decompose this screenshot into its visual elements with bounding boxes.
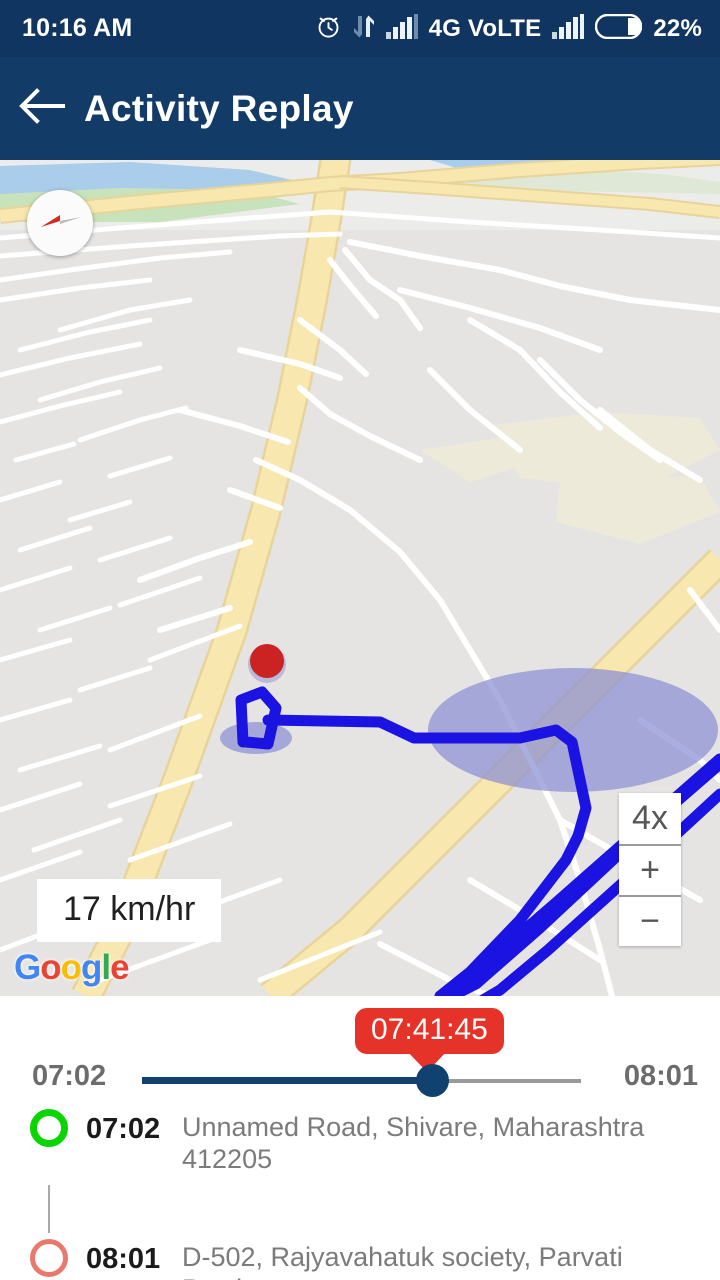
network-type-label: 4G VoLTE <box>428 14 542 42</box>
app-bar: Activity Replay <box>0 57 720 160</box>
start-point-ring-icon <box>30 1109 68 1147</box>
signal-bars-secondary-icon <box>552 13 585 44</box>
activity-replay-screen: 10:16 AM 4G VoLTE 22% Activity Replay 17… <box>0 0 720 1280</box>
back-button[interactable] <box>0 57 84 160</box>
seekbar-time-tooltip: 07:41:45 <box>355 1008 504 1054</box>
google-letter-e: e <box>110 948 129 987</box>
start-point-time: 07:02 <box>86 1113 161 1145</box>
alarm-clock-icon <box>315 13 342 45</box>
page-title: Activity Replay <box>84 87 354 129</box>
data-transfer-icon <box>353 14 375 44</box>
seekbar-end-time: 08:01 <box>623 1060 698 1092</box>
status-bar: 10:16 AM 4G VoLTE 22% <box>0 0 720 57</box>
status-clock: 10:16 AM <box>22 14 133 42</box>
trip-timeline: 07:02 Unnamed Road, Shivare, Maharashtra… <box>0 1105 720 1280</box>
compass-button[interactable] <box>27 190 93 256</box>
list-item[interactable]: 08:01 D-502, Rajyavahatuk society, Parva… <box>0 1235 720 1280</box>
google-letter-g1: G <box>14 948 41 987</box>
start-point-address: Unnamed Road, Shivare, Maharashtra 41220… <box>182 1112 645 1174</box>
playback-speed-button[interactable]: 4x <box>619 793 681 844</box>
zoom-in-button[interactable]: + <box>619 844 681 895</box>
list-item[interactable]: 07:02 Unnamed Road, Shivare, Maharashtra… <box>0 1105 720 1175</box>
status-icons-group: 4G VoLTE 22% <box>315 13 702 45</box>
battery-percent-label: 22% <box>653 14 702 42</box>
seekbar-track-fill <box>142 1077 432 1084</box>
seekbar-start-time: 07:02 <box>32 1060 107 1092</box>
compass-needle-icon <box>37 211 83 236</box>
battery-icon <box>595 13 643 44</box>
map-graphics <box>0 160 720 996</box>
signal-bars-icon <box>385 13 418 44</box>
end-point-address: D-502, Rajyavahatuk society, Parvati Pay… <box>182 1242 623 1280</box>
zoom-out-button[interactable]: − <box>619 895 681 946</box>
end-point-ring-icon <box>30 1239 68 1278</box>
google-letter-g2: g <box>81 948 102 987</box>
timeline-spacer <box>0 1175 720 1235</box>
back-arrow-icon <box>19 88 65 129</box>
google-letter-o2: o <box>60 948 82 987</box>
seekbar[interactable]: 07:02 08:01 <box>0 1060 720 1106</box>
speed-indicator: 17 km/hr <box>37 879 222 942</box>
google-letter-l: l <box>101 948 111 987</box>
google-attribution: Google <box>14 948 130 988</box>
map-canvas[interactable] <box>0 160 720 996</box>
seekbar-thumb[interactable] <box>416 1064 449 1097</box>
timeline-connector-line <box>48 1185 50 1233</box>
map-controls-panel: 4x + − <box>619 793 681 946</box>
google-letter-o1: o <box>40 948 61 987</box>
end-point-time: 08:01 <box>86 1243 161 1276</box>
